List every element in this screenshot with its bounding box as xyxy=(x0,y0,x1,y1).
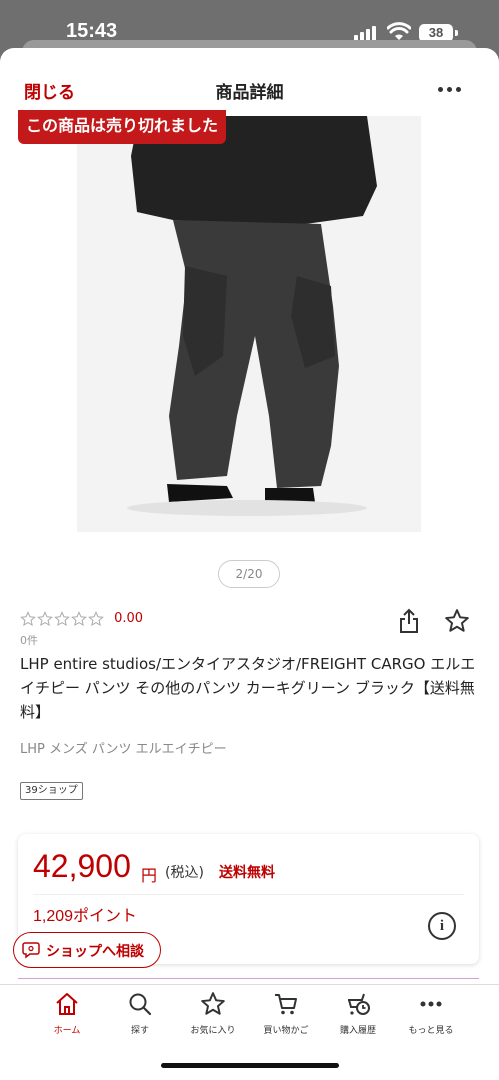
shop-consult-button[interactable]: ショップへ相談 xyxy=(13,932,161,968)
tab-label: お気に入り xyxy=(190,1026,236,1036)
bottom-tab-bar: ホーム 探す お気に入り 買い物かご 購入履歴 もっと見る xyxy=(0,984,499,1080)
tab-label: もっと見る xyxy=(408,1026,454,1036)
product-photo xyxy=(77,116,421,532)
breadcrumb[interactable]: LHP メンズ パンツ エルエイチピー xyxy=(20,738,227,757)
tab-more[interactable]: もっと見る xyxy=(395,991,467,1041)
history-icon xyxy=(348,993,370,1015)
chat-bubble-icon xyxy=(22,942,40,959)
divider xyxy=(18,978,479,979)
points-label: 1,209ポイント xyxy=(33,908,138,925)
home-indicator xyxy=(161,1063,339,1068)
battery-tip xyxy=(455,30,458,36)
tab-label: 購入履歴 xyxy=(339,1026,376,1036)
review-count[interactable]: 0件 xyxy=(20,632,38,648)
star-outline-icon xyxy=(71,610,87,626)
more-options-icon[interactable] xyxy=(437,76,463,102)
star-outline-icon xyxy=(37,610,53,626)
tab-search[interactable]: 探す xyxy=(104,991,176,1041)
tab-favorites[interactable]: お気に入り xyxy=(177,991,249,1041)
product-title: LHP entire studios/エンタイアスタジオ/FREIGHT CAR… xyxy=(20,655,476,721)
shop-consult-label: ショップへ相談 xyxy=(46,944,144,960)
share-icon[interactable] xyxy=(398,608,420,634)
star-icon xyxy=(201,992,225,1015)
star-outline-icon xyxy=(88,610,104,626)
info-icon[interactable]: i xyxy=(428,912,456,940)
favorite-star-icon[interactable] xyxy=(444,608,470,634)
price-amount: 42,900 xyxy=(33,848,131,884)
product-detail-sheet: 閉じる 商品詳細 この商品は売り切れました 2/20 0.00 0件 LHP e… xyxy=(0,48,499,1080)
more-icon xyxy=(420,1001,442,1007)
product-image[interactable] xyxy=(77,116,421,532)
rating-row[interactable]: 0.00 xyxy=(20,608,143,628)
page-title: 商品詳細 xyxy=(215,83,284,103)
tab-home[interactable]: ホーム xyxy=(31,991,103,1041)
sold-out-banner: この商品は売り切れました xyxy=(18,110,227,144)
rating-value: 0.00 xyxy=(114,611,144,626)
signal-icon xyxy=(354,25,380,41)
image-counter: 2/20 xyxy=(218,560,280,588)
tab-label: 探す xyxy=(130,1026,149,1036)
cart-icon xyxy=(275,994,297,1015)
tax-label: (税込) xyxy=(165,865,204,881)
star-outline-icon xyxy=(20,610,36,626)
shop-badge: 39ショップ xyxy=(20,782,83,800)
tab-purchase-history[interactable]: 購入履歴 xyxy=(322,991,394,1041)
star-outline-icon xyxy=(54,610,70,626)
tab-cart[interactable]: 買い物かご xyxy=(250,991,322,1041)
tab-label: ホーム xyxy=(53,1026,81,1036)
price-currency: 円 xyxy=(141,866,158,885)
wifi-icon xyxy=(387,22,411,40)
home-icon xyxy=(56,993,78,1015)
search-icon xyxy=(129,993,152,1016)
free-shipping-label: 送料無料 xyxy=(219,865,275,881)
divider xyxy=(33,894,464,895)
tab-label: 買い物かご xyxy=(263,1026,309,1036)
